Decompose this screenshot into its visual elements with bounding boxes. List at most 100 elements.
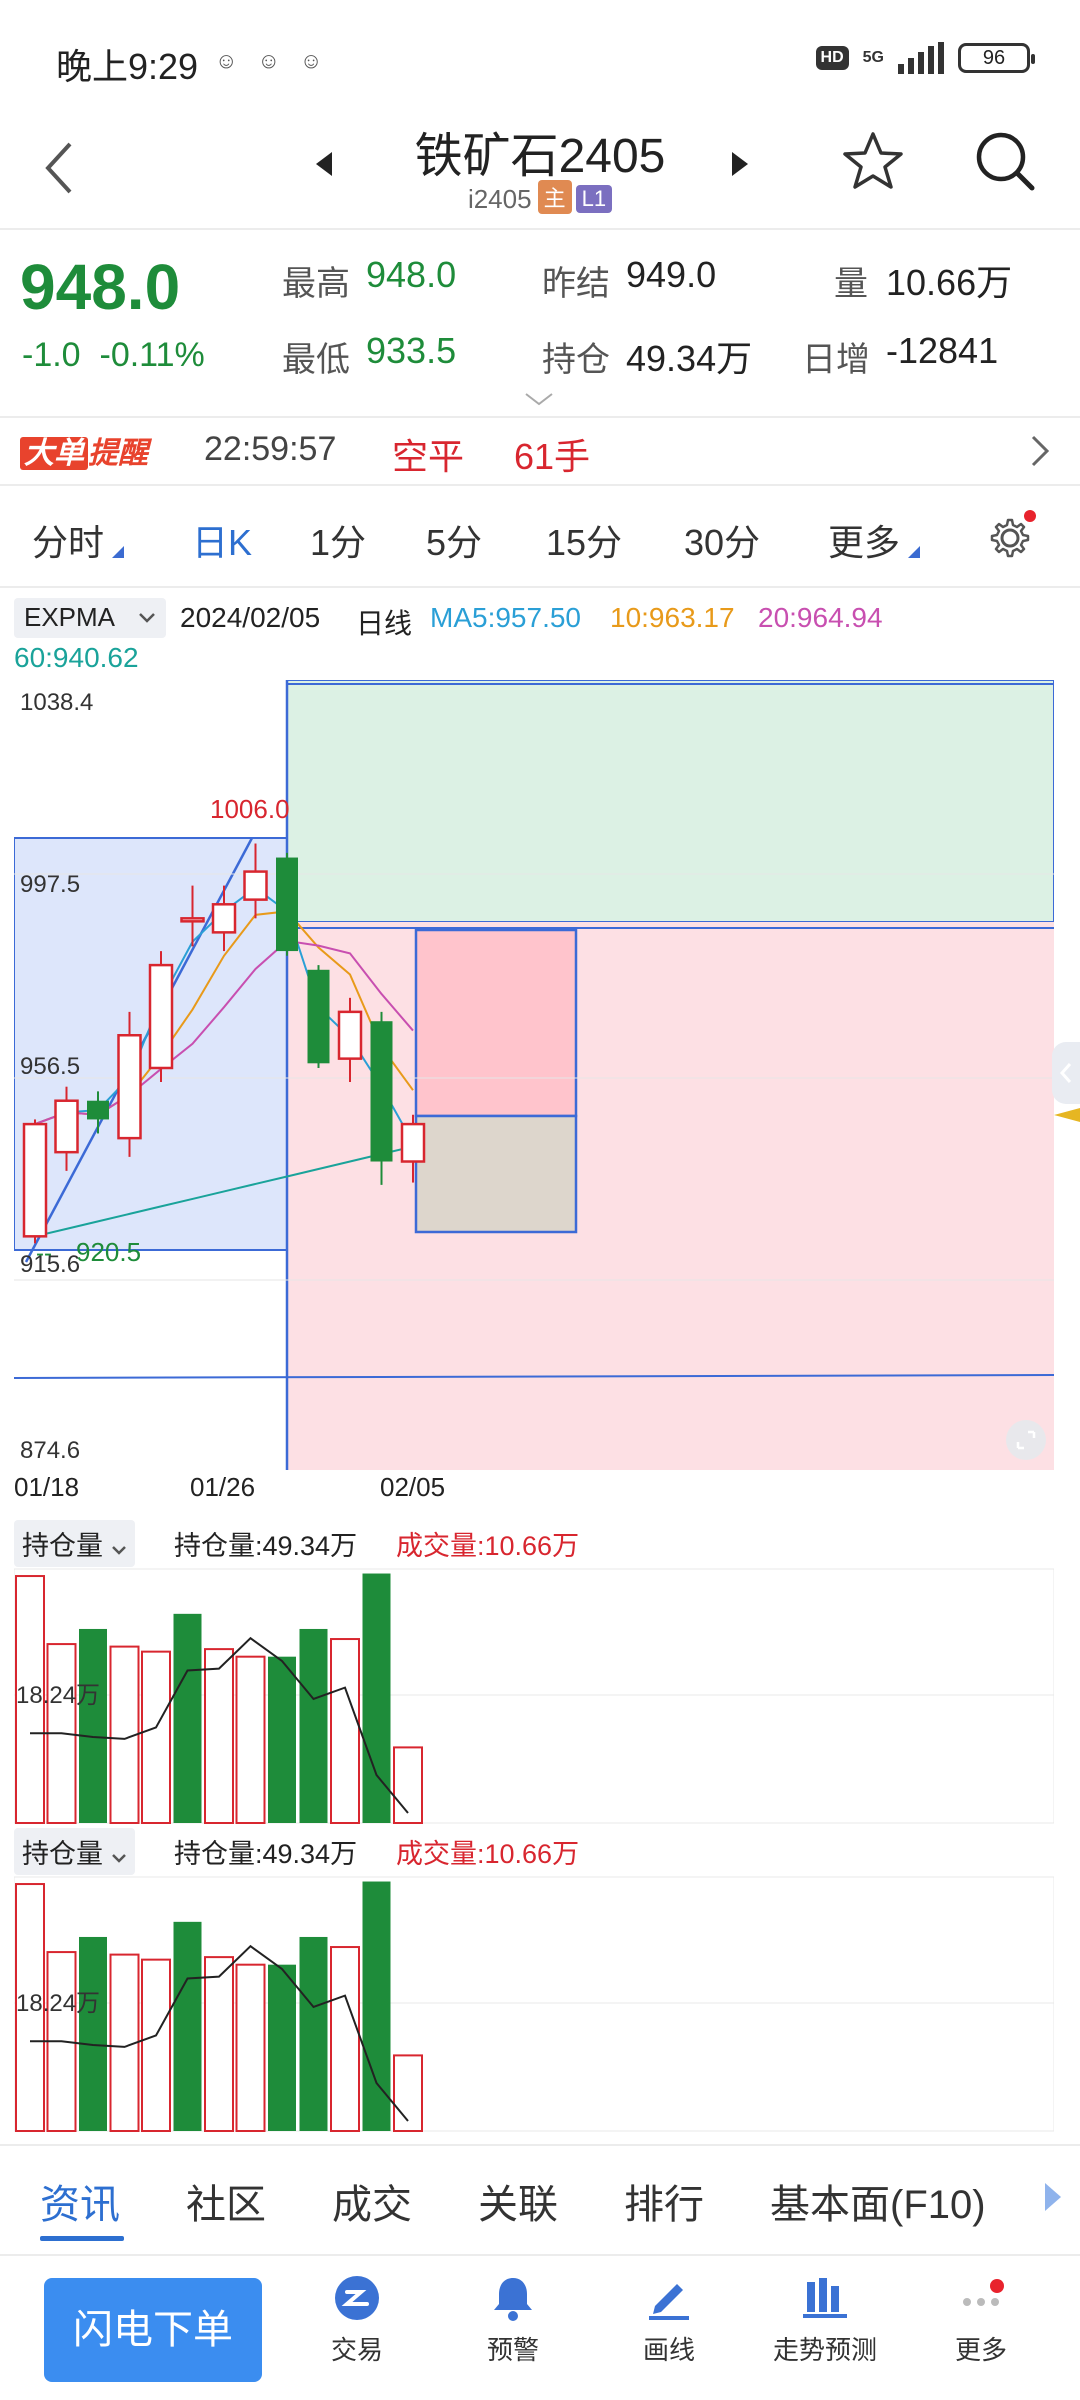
volume-bar: [268, 1964, 296, 2131]
scroll-right-icon[interactable]: [1042, 2180, 1064, 2214]
expand-chevron-icon[interactable]: [524, 392, 554, 406]
big-order-alert[interactable]: 大单 提醒 22:59:57 空平 61手: [0, 420, 1080, 482]
divider: [0, 416, 1080, 418]
volume-chart[interactable]: 18.24万: [14, 1566, 1054, 1826]
tab-label: 15分: [546, 522, 623, 563]
next-contract-icon[interactable]: [728, 150, 752, 178]
flash-order-button[interactable]: 闪电下单: [44, 2278, 262, 2382]
tab-label: 5分: [426, 522, 483, 563]
candle[interactable]: [54, 1099, 79, 1154]
y-tick: 1038.4: [20, 689, 93, 716]
chevron-down-icon: [111, 1854, 126, 1863]
bell-icon: [494, 2278, 532, 2321]
ma20-value: 20:964.94: [758, 602, 883, 633]
price-change: -1.0 -0.11%: [22, 336, 205, 375]
candle[interactable]: [87, 1100, 109, 1120]
volume-bar: [141, 1958, 171, 2132]
nav-more[interactable]: 更多: [916, 2272, 1046, 2367]
candle[interactable]: [276, 857, 298, 952]
volume-bar: [79, 1628, 107, 1823]
nav-trade[interactable]: 交易: [292, 2272, 422, 2367]
indicator-name: EXPMA: [24, 602, 116, 632]
candle[interactable]: [211, 903, 237, 934]
tab-community[interactable]: 社区: [186, 2172, 266, 2230]
alert-qty: 61手: [514, 436, 591, 477]
candle[interactable]: [400, 1122, 426, 1163]
tab-more[interactable]: 更多: [828, 514, 900, 566]
volume-indicator-dropdown[interactable]: 持仓量: [14, 1828, 135, 1875]
nav-forecast[interactable]: 走势预测: [760, 2272, 890, 2367]
star-icon[interactable]: [840, 128, 906, 194]
rectangle-drawing[interactable]: [286, 680, 1054, 923]
oi-readout: 持仓量:49.34万: [174, 1531, 358, 1561]
volume-bar: [330, 1638, 360, 1825]
status-right: HD 5G 96: [815, 42, 1035, 74]
page-title: 铁矿石2405: [414, 130, 666, 183]
ma10-value: 10:963.17: [610, 602, 735, 633]
level-badge: L1: [575, 185, 613, 213]
trade-icon: [335, 2276, 379, 2320]
volume-bar: [141, 1650, 171, 1824]
chevron-right-icon[interactable]: [1030, 434, 1050, 468]
volume-level-label: 18.24万: [16, 1682, 100, 1709]
volume-indicator-dropdown[interactable]: 持仓量: [14, 1520, 135, 1567]
tab-label: 基本面(F10): [770, 2183, 986, 2227]
x-tick: 01/18: [14, 1472, 80, 1502]
ma5-value: MA5:957.50: [430, 602, 581, 633]
divider: [0, 586, 1080, 588]
tab-5min[interactable]: 5分: [426, 514, 482, 566]
battery-icon: 96: [958, 43, 1035, 73]
tab-30min[interactable]: 30分: [684, 514, 760, 566]
tab-ranking[interactable]: 排行: [624, 2172, 704, 2230]
tab-fundamentals[interactable]: 基本面(F10): [770, 2172, 986, 2230]
tab-15min[interactable]: 15分: [546, 514, 622, 566]
prev-settle-label: 昨结: [542, 265, 610, 303]
candle[interactable]: [243, 870, 268, 901]
tab-1min[interactable]: 1分: [310, 514, 366, 566]
volume-chart[interactable]: 18.24万: [14, 1874, 1054, 2134]
tab-timeshare[interactable]: 分时: [32, 514, 104, 566]
volume-panel-header: 持仓量 持仓量:49.34万 成交量:10.66万: [14, 1516, 1054, 1567]
volume-value: 10.66万: [886, 262, 1013, 303]
dropdown-corner-icon: [112, 546, 124, 558]
contract-code-text: i2405: [467, 184, 532, 214]
title-bar: 铁矿石2405 i2405 主 L1: [0, 110, 1080, 230]
volume-indicator-name: 持仓量: [22, 1531, 103, 1561]
volume-bar: [299, 1628, 328, 1823]
nav-draw[interactable]: 画线: [604, 2272, 734, 2367]
rectangle-drawing[interactable]: [287, 922, 1054, 1470]
gear-icon[interactable]: [986, 510, 1038, 562]
candle[interactable]: [370, 1021, 393, 1162]
candle[interactable]: [22, 1122, 48, 1238]
candle[interactable]: [180, 917, 205, 923]
quote-panel: 948.0 -1.0 -0.11% 最高 948.0 最低 933.5 昨结 9…: [0, 232, 1080, 412]
alert-time: 22:59:57: [204, 430, 337, 468]
fullscreen-button[interactable]: [1006, 1420, 1046, 1460]
candle[interactable]: [117, 1034, 142, 1140]
rectangle-drawing[interactable]: [414, 928, 578, 1118]
prev-settle-value: 949.0: [626, 254, 717, 295]
tab-news[interactable]: 资讯: [40, 2172, 120, 2230]
tab-label: 1分: [310, 522, 367, 563]
candlestick-chart[interactable]: 1038.4 997.5 956.5 915.6 874.6 1006.0 --…: [14, 680, 1054, 1470]
indicator-dropdown[interactable]: EXPMA: [14, 598, 166, 638]
tab-trades[interactable]: 成交: [332, 2172, 412, 2230]
side-panel-handle[interactable]: [1052, 1042, 1080, 1104]
candle[interactable]: [337, 1010, 363, 1060]
candle[interactable]: [307, 969, 330, 1064]
x-tick: 02/05: [380, 1472, 446, 1502]
tab-label: 30分: [684, 522, 761, 563]
tab-related[interactable]: 关联: [478, 2172, 558, 2230]
candle[interactable]: [148, 963, 174, 1070]
indicator-date: 2024/02/05: [180, 602, 321, 633]
divider: [0, 228, 1080, 230]
nav-alert[interactable]: 预警: [448, 2272, 578, 2367]
tab-daily-k[interactable]: 日K: [192, 514, 252, 566]
ma60-value: 60:940.62: [14, 642, 139, 673]
tab-label: 成交: [332, 2183, 412, 2227]
rectangle-drawing[interactable]: [414, 1114, 578, 1234]
pencil-icon: [649, 2284, 689, 2320]
alert-badge: 大单 提醒: [20, 428, 148, 472]
more-icon: [963, 2279, 1004, 2306]
search-icon[interactable]: [972, 128, 1038, 194]
